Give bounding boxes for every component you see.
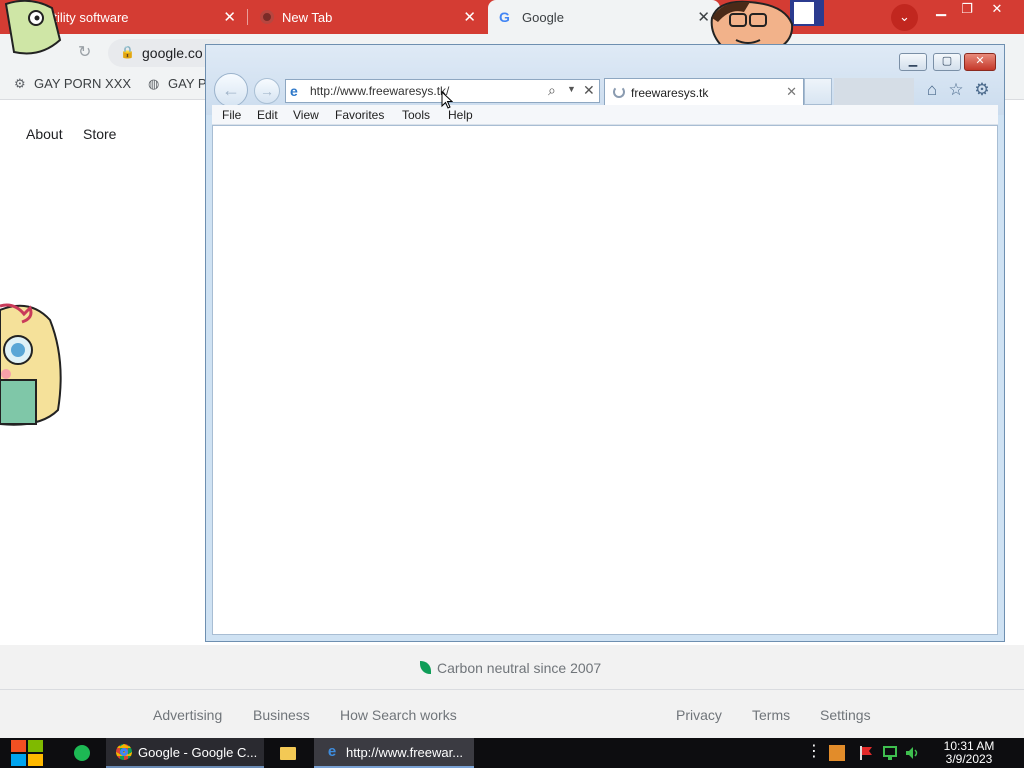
ie-new-tab-button[interactable] — [804, 78, 832, 105]
footer-advertising-link[interactable]: Advertising — [153, 707, 222, 723]
leaf-icon — [420, 661, 431, 674]
chrome-tab-search-button[interactable]: ⌄ — [891, 4, 918, 31]
star-icon[interactable]: ☆ — [946, 80, 966, 100]
chrome-tab-strip: Utility software ✕ New Tab ✕ G Google ✕ … — [0, 0, 1024, 34]
google-store-link[interactable]: Store — [83, 126, 116, 142]
ie-window[interactable]: ▁ ▢ ✕ ← → e http://www.freewaresys.tk/ ⌕… — [205, 44, 1005, 642]
cartoon-sticker-girl-icon — [0, 303, 62, 426]
clock-date: 3/9/2023 — [945, 752, 993, 766]
taskbar-ie-label: http://www.freewar... — [346, 744, 464, 760]
new-tab-favicon-icon — [260, 10, 274, 24]
home-icon[interactable]: ⌂ — [922, 80, 942, 100]
omnibox-url: google.co — [142, 45, 203, 61]
taskbar: Google - Google C... e http://www.freewa… — [0, 738, 1024, 768]
ie-close-button[interactable]: ✕ — [964, 53, 996, 71]
ie-forward-button[interactable]: → — [254, 78, 280, 104]
taskbar-chrome[interactable]: Google - Google C... — [106, 738, 264, 768]
cartoon-sticker-green-character — [4, 0, 62, 55]
taskbar-internet-explorer[interactable]: e http://www.freewar... — [314, 738, 474, 768]
footer-how-search-works-link[interactable]: How Search works — [340, 707, 457, 723]
google-about-link[interactable]: About — [26, 126, 63, 142]
footer-privacy-link[interactable]: Privacy — [676, 707, 722, 723]
network-icon[interactable] — [882, 745, 898, 761]
chrome-tab-google[interactable]: G Google ✕ — [488, 0, 720, 34]
ie-logo-icon: e — [290, 83, 298, 99]
flag-icon[interactable] — [858, 745, 874, 761]
menu-help[interactable]: Help — [448, 108, 473, 122]
google-footer: Carbon neutral since 2007 Advertising Bu… — [0, 645, 1024, 738]
ie-page-content[interactable] — [212, 125, 998, 635]
close-window-button[interactable]: ✕ — [982, 0, 1012, 20]
footer-divider — [0, 689, 1024, 690]
carbon-text[interactable]: Carbon neutral since 2007 — [437, 660, 601, 676]
chevron-down-icon[interactable]: ▼ — [567, 84, 576, 94]
tray-overflow-icon[interactable]: ⋮ — [806, 744, 822, 760]
ie-tab-title: freewaresys.tk — [631, 86, 709, 100]
close-icon[interactable]: ✕ — [223, 8, 236, 26]
chrome-tab-new-tab[interactable]: New Tab ✕ — [248, 0, 486, 34]
volume-icon[interactable] — [904, 745, 920, 761]
stop-icon[interactable]: ✕ — [583, 82, 595, 99]
menu-favorites[interactable]: Favorites — [335, 108, 384, 122]
chrome-icon — [116, 744, 132, 760]
ie-menu-bar: File Edit View Favorites Tools Help — [212, 105, 998, 125]
tab-label: Google — [522, 9, 564, 25]
footer-business-link[interactable]: Business — [253, 707, 310, 723]
ie-logo-icon: e — [327, 743, 337, 760]
reload-icon[interactable]: ↻ — [78, 42, 96, 61]
footer-settings-link[interactable]: Settings — [820, 707, 871, 723]
ie-minimize-button[interactable]: ▁ — [899, 53, 927, 71]
google-favicon-icon: G — [499, 9, 510, 25]
taskbar-clock[interactable]: 10:31 AM 3/9/2023 — [936, 740, 1002, 766]
menu-tools[interactable]: Tools — [402, 108, 430, 122]
windows-start-icon[interactable] — [10, 739, 44, 767]
carbon-neutral-note: Carbon neutral since 2007 — [420, 660, 601, 676]
taskbar-chrome-label: Google - Google C... — [138, 744, 258, 760]
taskbar-file-explorer[interactable] — [270, 738, 308, 768]
search-icon[interactable]: ⌕ — [548, 82, 556, 99]
mouse-cursor-icon — [441, 91, 453, 109]
ie-tab-freewaresys[interactable]: freewaresys.tk ✕ — [604, 78, 804, 105]
folder-icon — [280, 746, 296, 760]
ie-maximize-button[interactable]: ▢ — [933, 53, 961, 71]
ie-tab-strip-filler — [834, 78, 914, 105]
tray-app-icon[interactable] — [829, 745, 845, 761]
loading-spinner-icon — [613, 86, 625, 98]
bookmark-label: GAY PORN XXX — [34, 76, 132, 91]
chrome-omnibox[interactable]: 🔒 google.co — [108, 39, 220, 67]
menu-file[interactable]: File — [222, 108, 241, 122]
menu-view[interactable]: View — [293, 108, 319, 122]
bookmark-label: GAY P — [168, 76, 207, 91]
tab-label: New Tab — [282, 9, 333, 25]
restore-button[interactable]: ❐ — [952, 0, 982, 20]
close-icon[interactable]: ✕ — [463, 8, 476, 26]
taskbar-spotify[interactable] — [70, 738, 94, 768]
spotify-icon — [74, 745, 90, 761]
bookmark-item[interactable]: ◍ GAY P — [148, 76, 207, 92]
ie-address-text[interactable]: http://www.freewaresys.tk/ — [310, 84, 449, 98]
menu-edit[interactable]: Edit — [257, 108, 278, 122]
bookmark-favicon-icon: ⚙ — [14, 76, 26, 91]
lock-icon: 🔒 — [120, 45, 135, 59]
bookmark-item[interactable]: ⚙ GAY PORN XXX — [14, 76, 131, 92]
close-icon[interactable]: ✕ — [786, 84, 797, 100]
ie-back-button[interactable]: ← — [214, 73, 248, 107]
globe-icon: ◍ — [148, 76, 160, 91]
footer-terms-link[interactable]: Terms — [752, 707, 790, 723]
gear-icon[interactable]: ⚙ — [972, 80, 992, 100]
